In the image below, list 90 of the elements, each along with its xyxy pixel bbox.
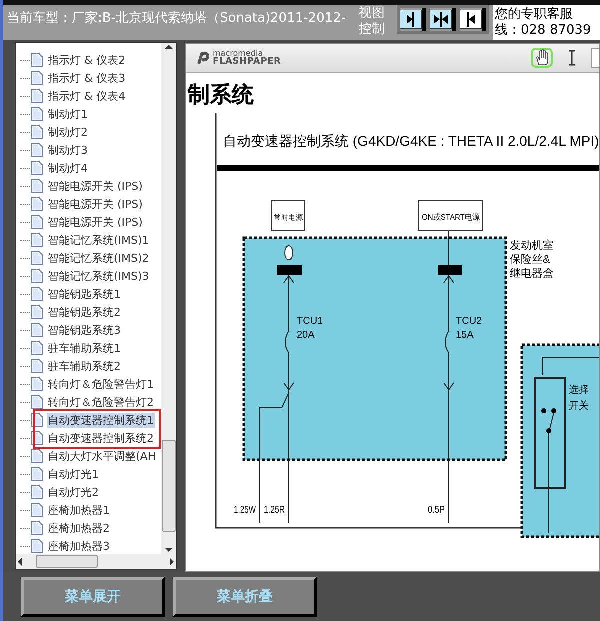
phone-text: 线：028 87039	[495, 23, 592, 39]
view-layout-button[interactable]	[430, 8, 456, 31]
fuse-label: TCU1	[297, 316, 324, 327]
document-icon	[30, 178, 44, 194]
tree-item[interactable]: 制动灯4	[47, 160, 89, 176]
document-icon	[30, 160, 44, 176]
tree-item[interactable]: 自动变速器控制系统1	[47, 412, 155, 428]
tree-item[interactable]: 制动灯1	[47, 106, 89, 122]
tree-item[interactable]: 座椅加热器2	[47, 520, 111, 536]
document-icon	[30, 232, 44, 248]
scroll-right-arrow-icon	[168, 556, 176, 566]
document-icon	[30, 124, 44, 140]
tree-item[interactable]: 智能钥匙系统2	[47, 304, 122, 320]
document-icon	[30, 394, 44, 410]
wire-label: 0.5P	[428, 505, 449, 516]
tree-item[interactable]: 自动灯光1	[47, 466, 100, 482]
tool-button[interactable]	[531, 48, 553, 68]
horizontal-scrollbar[interactable]	[16, 554, 176, 569]
car-model-text: 当前车型：厂家:B-北京现代索纳塔（Sonata)2011-2012-	[7, 10, 348, 27]
document-icon	[30, 376, 44, 392]
tree-item[interactable]: 自动变速器控制系统2	[47, 430, 155, 446]
tree-item[interactable]: 自动灯光2	[47, 484, 100, 500]
document-icon	[30, 52, 44, 68]
document-icon	[30, 322, 44, 338]
tree-item[interactable]: 转向灯＆危险警告灯2	[47, 394, 155, 410]
document-icon	[30, 466, 44, 482]
scroll-down-arrow-icon	[164, 546, 174, 554]
tree-item[interactable]: 智能记忆系统(IMS)2	[47, 250, 150, 266]
document-icon	[30, 142, 44, 158]
wire-label: 1.25W	[234, 505, 263, 516]
fuse-box-label: 发动机室	[510, 240, 554, 252]
logo-text: FLASHPAPER	[213, 58, 282, 67]
document-icon	[30, 358, 44, 374]
view-layout-button[interactable]	[400, 8, 426, 31]
tree-item[interactable]: 智能记忆系统(IMS)1	[47, 232, 150, 248]
tree-item[interactable]: 转向灯＆危险警告灯1	[47, 376, 155, 392]
page-heading: 制系统	[188, 83, 255, 109]
document-icon	[30, 268, 44, 284]
document-icon	[30, 106, 44, 122]
tree-item[interactable]: 指示灯 & 仪表4	[47, 88, 127, 104]
service-text: 您的专职客服	[495, 7, 574, 23]
logo-text: macromedia	[213, 49, 264, 58]
document-icon	[30, 214, 44, 230]
document-icon	[30, 286, 44, 302]
tree-item[interactable]: 制动灯2	[47, 124, 89, 140]
hand-icon	[534, 49, 550, 67]
document-icon	[30, 196, 44, 212]
tree-item[interactable]: 智能钥匙系统3	[47, 322, 122, 338]
document-icon	[30, 520, 44, 536]
tree-item[interactable]: 座椅加热器3	[47, 538, 111, 554]
fuse-label: TCU2	[456, 316, 482, 327]
switch-label: 开关	[569, 401, 589, 412]
scroll-thumb[interactable]	[162, 440, 176, 532]
power-label: ON或START电源	[422, 213, 484, 222]
power-label-frame	[272, 200, 306, 232]
tree-item[interactable]: 智能电源开关 (IPS)	[47, 178, 144, 194]
document-icon	[30, 484, 44, 500]
tree-item[interactable]: 指示灯 & 仪表3	[47, 70, 127, 86]
vertical-scrollbar[interactable]	[161, 43, 176, 554]
tree-item[interactable]: 制动灯3	[47, 142, 89, 158]
fuse-box-label: 保险丝&	[510, 254, 550, 266]
wire-label: 1.25R	[264, 505, 291, 516]
power-label-frame	[418, 200, 484, 232]
fuse-box-label: 继电器盒	[510, 268, 554, 280]
document-icon	[30, 88, 44, 104]
scroll-thumb[interactable]	[36, 555, 98, 568]
document-icon	[30, 538, 44, 554]
tree-item[interactable]: 指示灯 & 仪表2	[47, 52, 127, 68]
tree-item[interactable]: 座椅加热器1	[47, 502, 111, 518]
tree-item[interactable]: 智能钥匙系统1	[47, 286, 122, 302]
diagram-title: 自动变速器控制系统 (G4KD/G4KE : THETA II 2.0L/2.4L MPI)	[223, 133, 599, 149]
tree-item[interactable]: 驻车辅助系统2	[47, 358, 122, 374]
view-control-label: 视图控制	[359, 6, 386, 38]
fuse-label: 20A	[297, 330, 315, 341]
fuse-label: 15A	[456, 330, 474, 341]
tree-item[interactable]: 智能电源开关 (IPS)	[47, 214, 144, 230]
document-icon	[30, 304, 44, 320]
tree-item[interactable]: 智能电源开关 (IPS)	[47, 196, 144, 212]
tree-item[interactable]: 智能记忆系统(IMS)3	[47, 268, 150, 284]
document-icon	[30, 448, 44, 464]
scroll-left-arrow-icon	[16, 556, 24, 566]
view-layout-button[interactable]	[460, 8, 486, 31]
scroll-up-arrow-icon	[164, 43, 174, 51]
tree-item[interactable]: 自动大灯水平调整(AH	[47, 448, 158, 464]
document-icon	[30, 250, 44, 266]
switch-label: 选择	[569, 385, 589, 396]
document-icon	[30, 340, 44, 356]
document-icon	[30, 70, 44, 86]
document-icon	[30, 502, 44, 518]
tree-item[interactable]: 驻车辅助系统1	[47, 340, 122, 356]
